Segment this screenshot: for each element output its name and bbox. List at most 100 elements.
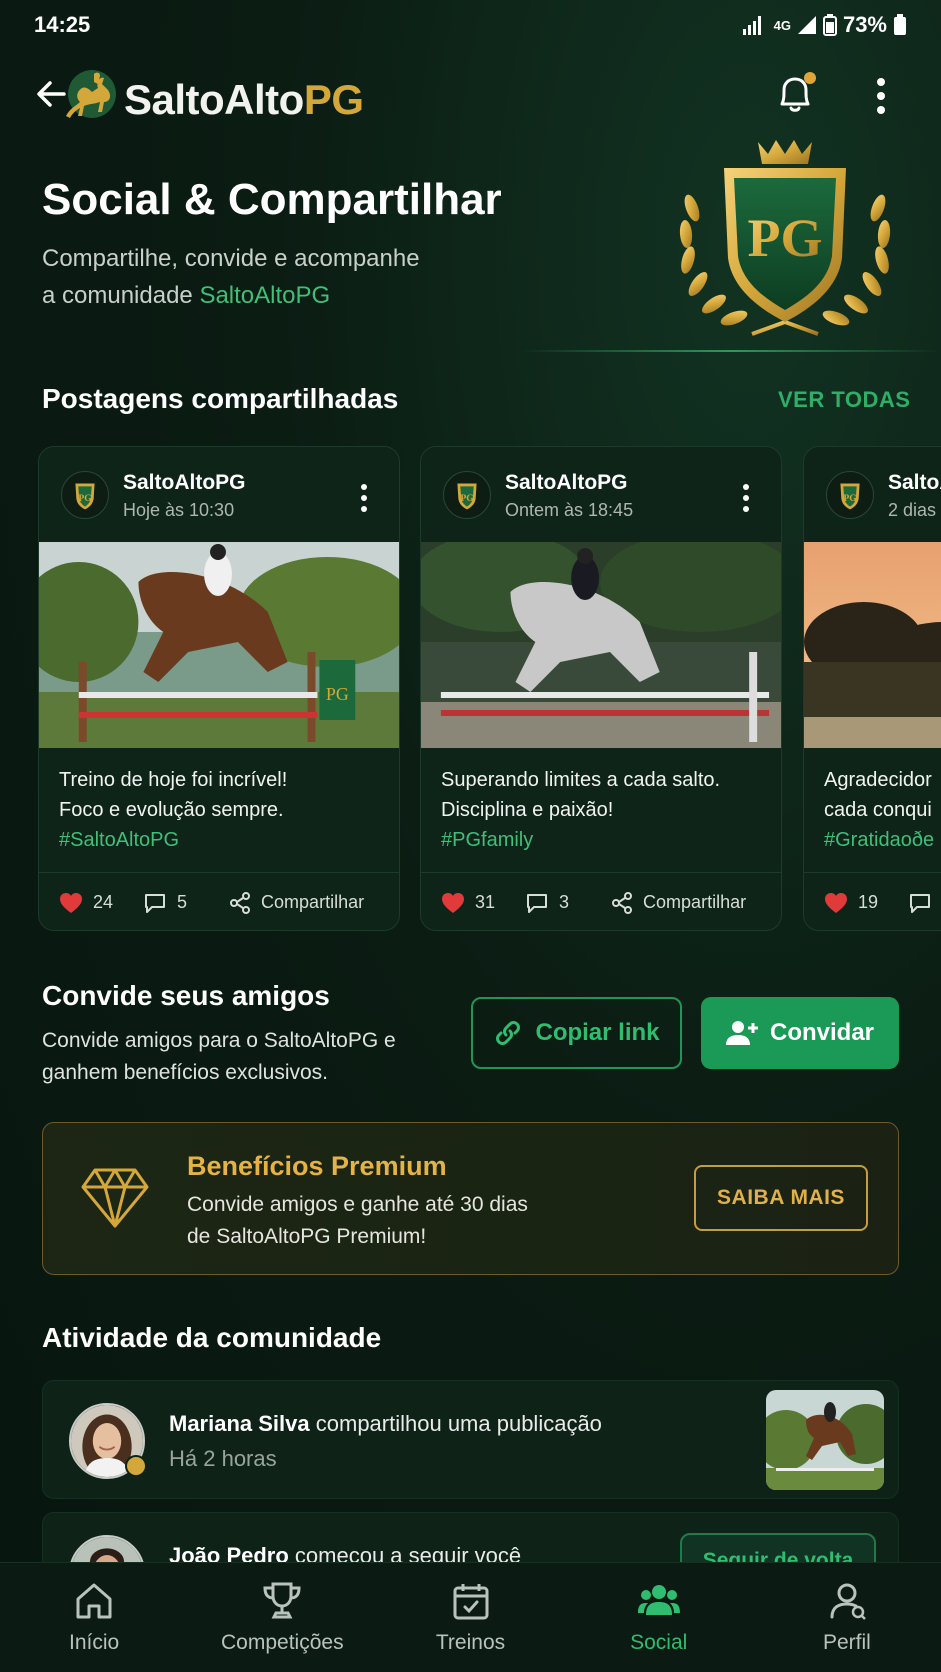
invite-desc-line-2: ganhem benefícios exclusivos. — [42, 1061, 328, 1084]
activity-item[interactable]: Mariana Silva compartilhou uma publicaçã… — [42, 1380, 899, 1499]
home-icon — [76, 1583, 112, 1619]
share-icon — [612, 891, 633, 914]
logo-horse-icon — [66, 70, 116, 118]
people-icon — [637, 1585, 680, 1615]
post-image[interactable] — [804, 542, 941, 748]
post-caption: Agradecidor cada conqui #Gratidaoðe — [824, 765, 941, 855]
copy-link-label: Copiar link — [535, 1019, 660, 1046]
more-options-icon[interactable] — [868, 76, 894, 116]
share-button[interactable]: Compartilhar — [611, 891, 747, 914]
subtitle-prefix: a comunidade — [42, 282, 200, 309]
post-card[interactable]: PG SaltoAltoPG Ontem às 18:45 Superando … — [420, 446, 782, 931]
post-hashtag[interactable]: #PGfamily — [441, 825, 767, 855]
nav-label: Competições — [221, 1631, 344, 1654]
post-hashtag[interactable]: #SaltoAltoPG — [59, 825, 385, 855]
post-hashtag[interactable]: #Gratidaoðe — [824, 825, 941, 855]
svg-text:PG: PG — [78, 493, 92, 504]
invite-description: Convide amigos para o SaltoAltoPG e ganh… — [42, 1025, 462, 1089]
invite-title: Convide seus amigos — [42, 980, 330, 1011]
nav-item-treinos[interactable]: Treinos — [376, 1563, 564, 1672]
post-caption: Treino de hoje foi incrível! Foco e evol… — [59, 765, 385, 855]
premium-description: Convide amigos e ganhe até 30 dias de Sa… — [187, 1189, 567, 1253]
like-count: 19 — [858, 892, 879, 912]
nav-item-inicio[interactable]: Início — [0, 1563, 188, 1672]
activity-user[interactable]: Mariana Silva — [169, 1411, 310, 1436]
comment-count: 3 — [559, 892, 570, 912]
crest-emblem: PG — [679, 140, 891, 336]
post-caption: Superando limites a cada salto. Discipli… — [441, 765, 767, 855]
premium-banner[interactable]: Benefícios Premium Convide amigos e ganh… — [42, 1122, 899, 1275]
share-icon — [230, 891, 251, 914]
like-button[interactable]: 24 — [59, 892, 113, 914]
subtitle-line-1: Compartilhe, convide e acompanhe — [42, 245, 420, 272]
post-time: Ontem às 18:45 — [505, 500, 634, 520]
post-card[interactable]: PG SaltoAltoPG Hoje às 10:30 PG Treino d… — [38, 446, 400, 931]
copy-link-button[interactable]: Copiar link — [471, 997, 682, 1069]
share-label: Compartilhar — [643, 892, 747, 912]
svg-text:PG: PG — [460, 493, 474, 504]
status-icons: 4G 73% — [742, 12, 907, 38]
post-image[interactable] — [421, 542, 781, 748]
like-button[interactable]: 31 — [441, 892, 495, 914]
invite-desc-line-1: Convide amigos para o SaltoAltoPG e — [42, 1029, 396, 1052]
logo-text-main: SaltoAlto — [124, 76, 304, 123]
notification-bell-icon[interactable] — [772, 70, 818, 118]
see-all-link[interactable]: VER TODAS — [778, 387, 910, 413]
crest-text: PG — [748, 208, 823, 268]
post-author: SaltoAltoPG — [505, 471, 628, 494]
svg-text:PG: PG — [843, 493, 857, 504]
activity-action: compartilhou uma publicação — [309, 1411, 602, 1436]
post-caption-line-2: Disciplina e paixão! — [441, 799, 614, 821]
trophy-icon — [263, 1582, 301, 1619]
post-card[interactable]: PG SaltoA 2 dias Agradecidor cada conqui… — [803, 446, 941, 931]
like-count: 24 — [93, 892, 114, 912]
post-author: SaltoAltoPG — [123, 471, 246, 494]
nav-label: Treinos — [435, 1631, 506, 1654]
learn-more-button[interactable]: SAIBA MAIS — [694, 1165, 868, 1231]
logo-text-accent: PG — [303, 76, 364, 123]
post-image[interactable]: PG — [39, 542, 399, 748]
post-menu-icon[interactable] — [741, 483, 751, 513]
battery-icon — [894, 14, 906, 35]
invite-label: Convidar — [769, 1019, 874, 1046]
comment-icon — [527, 893, 548, 913]
post-actions: 24 5 Compartilhar — [39, 872, 399, 930]
activity-time: Há 2 horas — [169, 1446, 277, 1471]
signal-icon — [742, 16, 761, 35]
nav-item-perfil[interactable]: Perfil — [753, 1563, 941, 1672]
link-icon — [496, 1021, 521, 1045]
nav-label: Início — [69, 1631, 120, 1654]
comment-button[interactable] — [908, 892, 932, 914]
comment-button[interactable]: 5 — [143, 892, 187, 914]
posts-carousel[interactable]: PG SaltoAltoPG Hoje às 10:30 PG Treino d… — [38, 446, 941, 931]
nav-item-social[interactable]: Social — [565, 1563, 753, 1672]
post-author: SaltoA — [888, 471, 941, 494]
heart-icon — [442, 892, 464, 913]
nav-label: Perfil — [822, 1631, 871, 1654]
post-caption-line-1: Agradecidor — [824, 769, 932, 791]
heart-icon — [60, 892, 82, 913]
post-time: Hoje às 10:30 — [123, 500, 235, 520]
premium-desc-line-1: Convide amigos e ganhe até 30 dias — [187, 1193, 528, 1216]
premium-desc-line-2: de SaltoAltoPG Premium! — [187, 1225, 427, 1248]
calendar-icon — [453, 1584, 488, 1620]
premium-title: Benefícios Premium — [187, 1151, 447, 1181]
diamond-icon — [81, 1168, 149, 1228]
nav-item-competicoes[interactable]: Competições — [188, 1563, 376, 1672]
status-bar: 14:25 4G 73% — [34, 10, 907, 40]
post-caption-line-2: cada conqui — [824, 799, 932, 821]
share-button[interactable]: Compartilhar — [229, 891, 364, 914]
like-button[interactable]: 19 — [824, 892, 878, 914]
post-caption-line-1: Superando limites a cada salto. — [441, 769, 721, 791]
comment-button[interactable]: 3 — [525, 892, 569, 914]
nav-label: Social — [630, 1631, 688, 1654]
post-caption-line-2: Foco e evolução sempre. — [59, 799, 284, 821]
activity-thumbnail[interactable] — [766, 1390, 884, 1490]
post-caption-line-1: Treino de hoje foi incrível! — [59, 769, 288, 791]
add-person-icon — [725, 1021, 758, 1045]
post-menu-icon[interactable] — [359, 483, 369, 513]
author-avatar: PG — [443, 471, 491, 519]
invite-button[interactable]: Convidar — [701, 997, 899, 1069]
post-time: 2 dias — [888, 500, 937, 520]
heart-icon — [825, 892, 847, 913]
